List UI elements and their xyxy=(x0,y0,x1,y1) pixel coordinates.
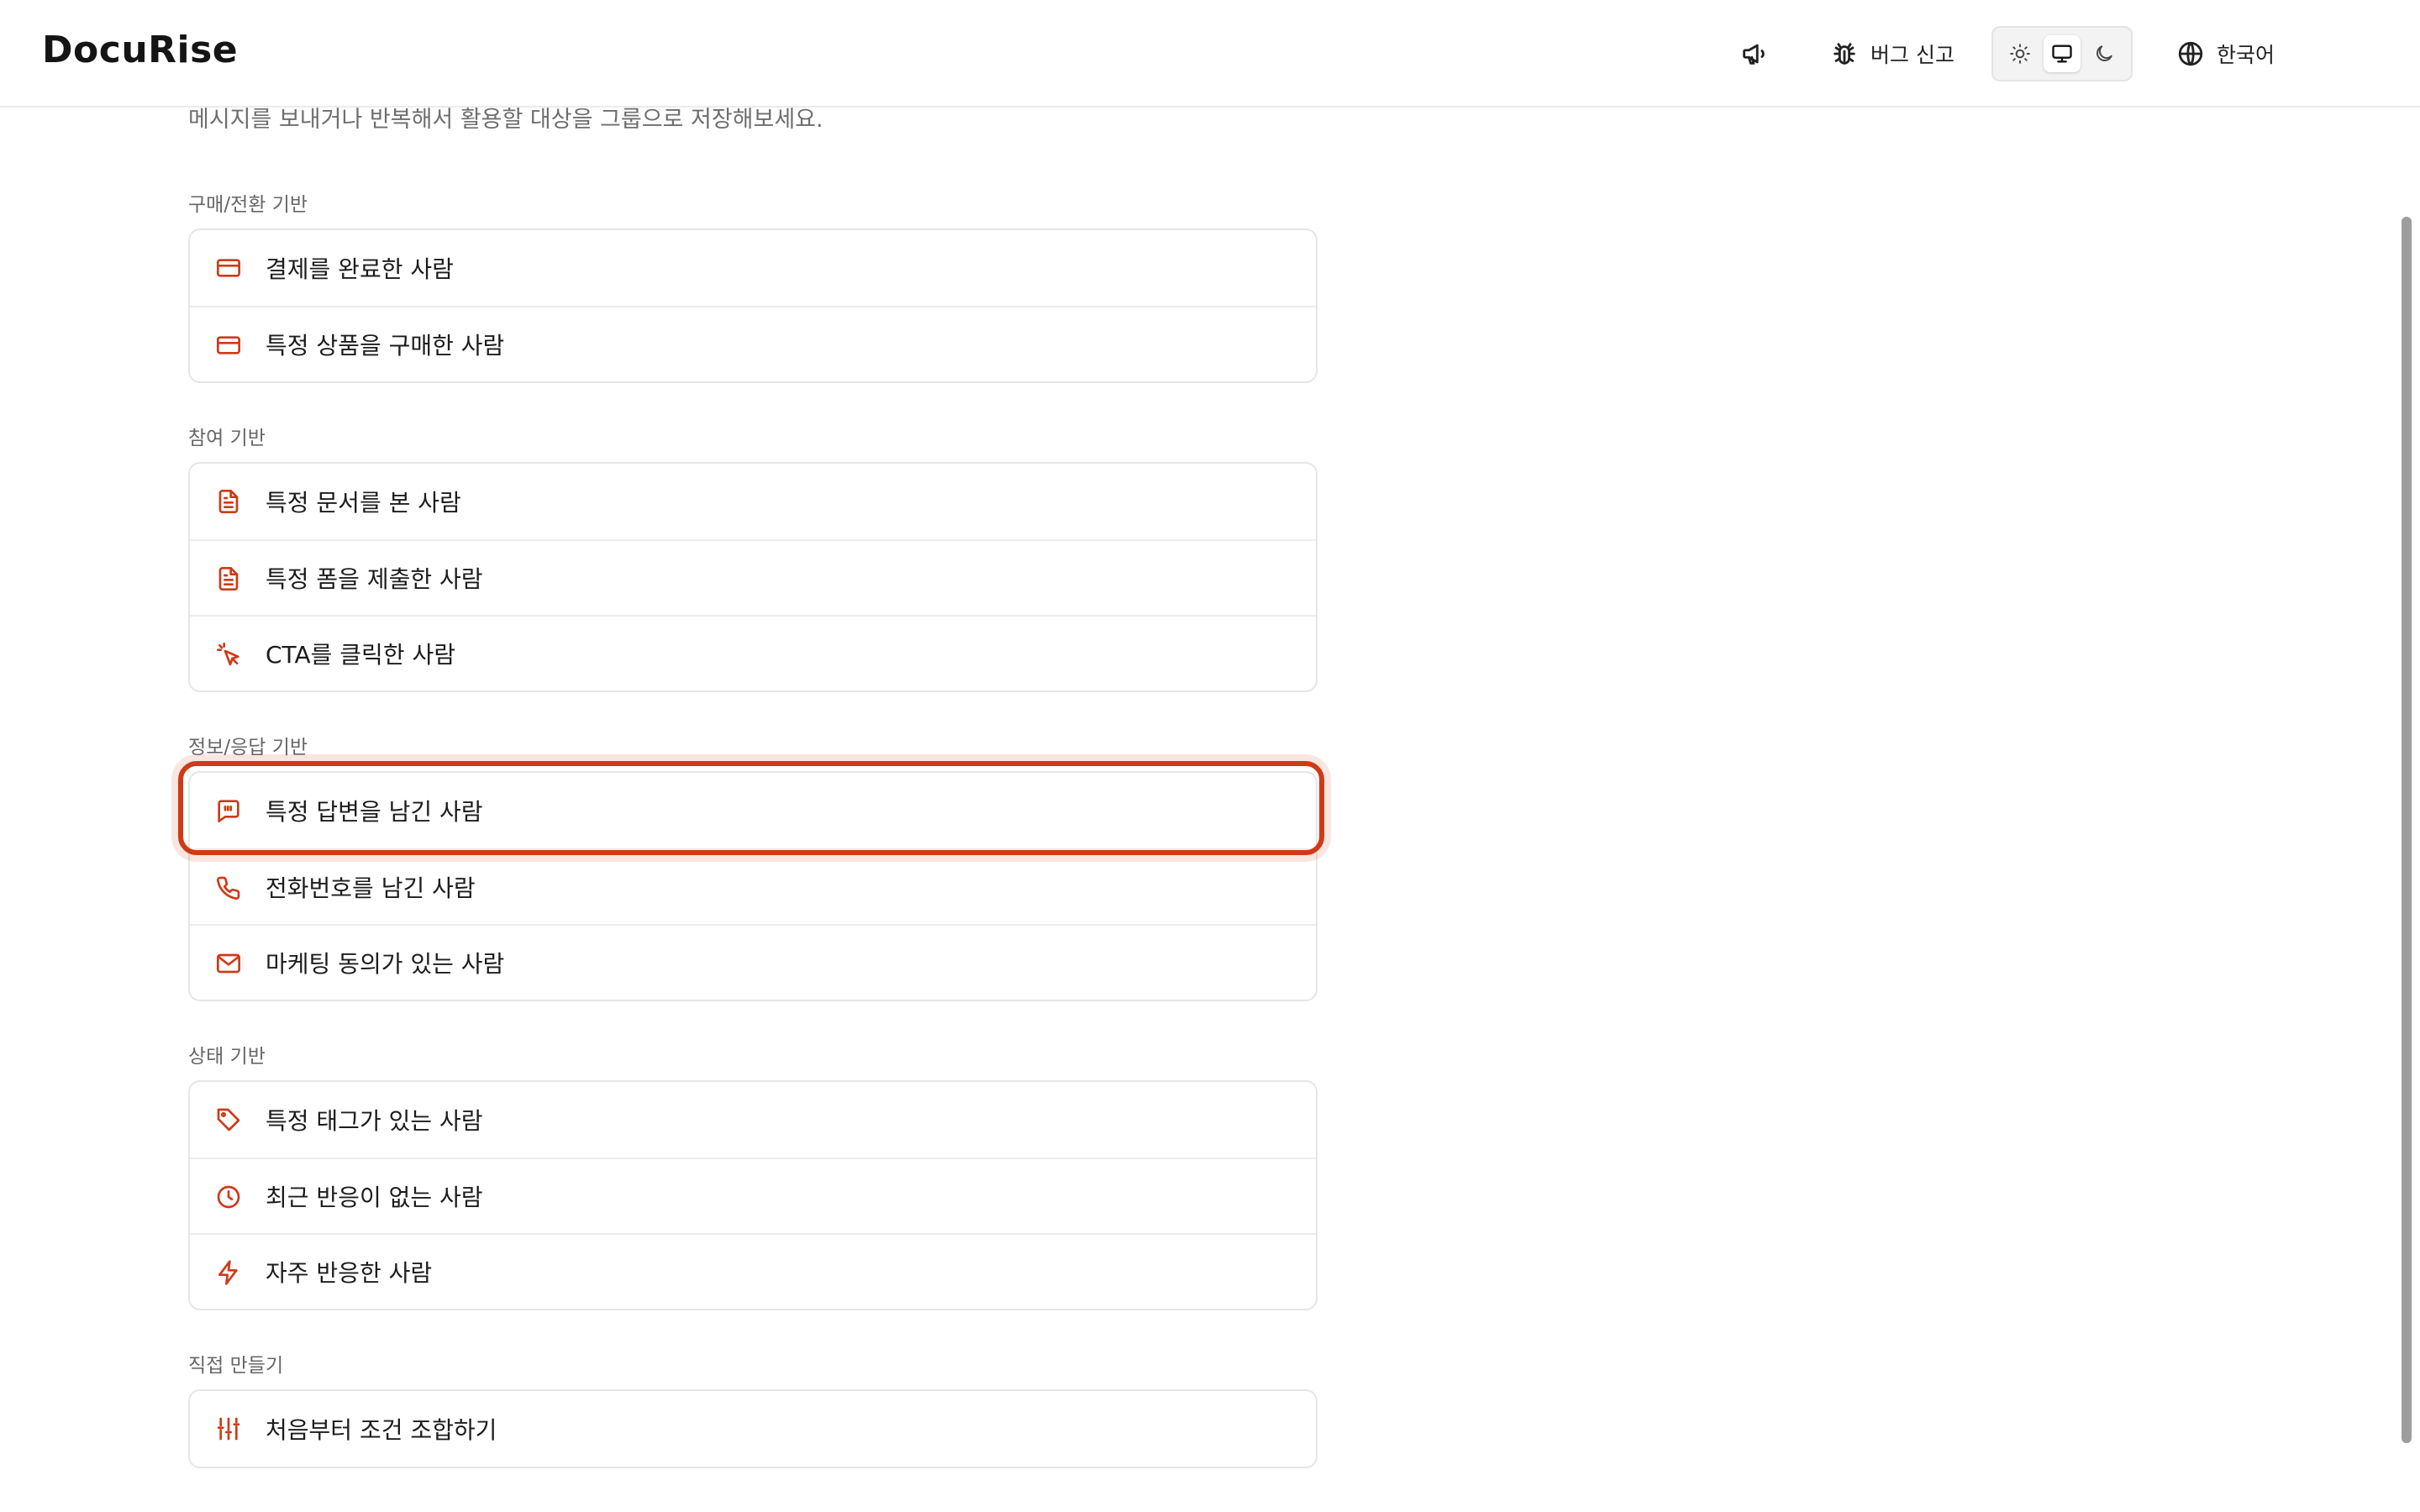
segment-item-left-answer[interactable]: 특정 답변을 남긴 사람 xyxy=(190,773,1316,848)
segment-card-status: 특정 태그가 있는 사람 최근 반응이 없는 사람 자주 반응한 사람 xyxy=(188,1080,1318,1310)
segment-card-response: 특정 답변을 남긴 사람 전화번호를 남긴 사람 마케팅 동의가 있는 사람 xyxy=(188,771,1318,1001)
segment-item-no-recent-response[interactable]: 최근 반응이 없는 사람 xyxy=(190,1158,1316,1233)
segment-item-left-phone[interactable]: 전화번호를 남긴 사람 xyxy=(190,848,1316,924)
document-icon xyxy=(215,488,242,515)
segment-item-payment-completed[interactable]: 결제를 완료한 사람 xyxy=(190,230,1316,306)
theme-system-button[interactable] xyxy=(2044,35,2081,72)
segment-item-label: 특정 답변을 남긴 사람 xyxy=(266,798,483,826)
segment-item-label: CTA를 클릭한 사람 xyxy=(266,641,455,669)
moon-icon xyxy=(2093,43,2115,65)
segment-item-label: 특정 문서를 본 사람 xyxy=(266,489,461,517)
logo[interactable]: DocuRise xyxy=(42,29,238,71)
cursor-click-icon xyxy=(215,641,242,668)
bug-report-button[interactable]: 버그 신고 xyxy=(1830,37,1954,71)
bug-report-label: 버그 신고 xyxy=(1870,43,1954,67)
segment-item-label: 마케팅 동의가 있는 사람 xyxy=(266,950,505,978)
segment-item-has-tag[interactable]: 특정 태그가 있는 사람 xyxy=(190,1082,1316,1158)
theme-dark-button[interactable] xyxy=(2086,35,2123,72)
section-title-purchase: 구매/전환 기반 xyxy=(188,194,308,216)
language-selector[interactable]: 한국어 xyxy=(2176,37,2275,71)
segment-item-label: 최근 반응이 없는 사람 xyxy=(266,1184,483,1211)
segment-item-label: 특정 태그가 있는 사람 xyxy=(266,1107,483,1135)
segment-item-label: 자주 반응한 사람 xyxy=(266,1259,433,1287)
segment-item-viewed-document[interactable]: 특정 문서를 본 사람 xyxy=(190,464,1316,539)
megaphone-icon xyxy=(1739,39,1768,68)
segment-card-purchase: 결제를 완료한 사람 특정 상품을 구매한 사람 xyxy=(188,228,1318,383)
section-title-custom: 직접 만들기 xyxy=(188,1355,284,1377)
sun-icon xyxy=(2009,43,2031,65)
mail-icon xyxy=(215,950,242,977)
top-header: DocuRise 버그 신고 한국어 xyxy=(0,0,2420,108)
segment-item-marketing-consent[interactable]: 마케팅 동의가 있는 사람 xyxy=(190,924,1316,1000)
segment-item-product-purchased[interactable]: 특정 상품을 구매한 사람 xyxy=(190,306,1316,381)
section-title-engagement: 참여 기반 xyxy=(188,428,266,449)
message-quote-icon xyxy=(215,797,242,824)
segment-item-label: 결제를 완료한 사람 xyxy=(266,255,454,283)
sliders-icon xyxy=(215,1415,242,1442)
scrollbar-thumb[interactable] xyxy=(2402,217,2412,1443)
segment-card-custom: 처음부터 조건 조합하기 xyxy=(188,1389,1318,1468)
globe-icon xyxy=(2176,39,2205,68)
segment-item-label: 전화번호를 남긴 사람 xyxy=(266,874,476,902)
monitor-icon xyxy=(2050,42,2074,66)
segment-item-label: 특정 상품을 구매한 사람 xyxy=(266,332,505,360)
segment-item-frequent-response[interactable]: 자주 반응한 사람 xyxy=(190,1233,1316,1309)
phone-icon xyxy=(215,874,242,901)
theme-light-button[interactable] xyxy=(2002,35,2039,72)
credit-card-icon xyxy=(215,332,242,359)
document-icon xyxy=(215,565,242,592)
credit-card-icon xyxy=(215,255,242,281)
section-title-status: 상태 기반 xyxy=(188,1046,266,1068)
clock-icon xyxy=(215,1184,242,1210)
segment-item-label: 처음부터 조건 조합하기 xyxy=(266,1416,497,1444)
tag-icon xyxy=(215,1106,242,1133)
announcement-button[interactable] xyxy=(1739,37,1773,71)
segment-item-build-from-scratch[interactable]: 처음부터 조건 조합하기 xyxy=(190,1391,1316,1467)
segment-item-clicked-cta[interactable]: CTA를 클릭한 사람 xyxy=(190,615,1316,690)
language-label: 한국어 xyxy=(2217,43,2275,67)
theme-toggle xyxy=(1991,26,2133,81)
bug-icon xyxy=(1830,39,1859,68)
lightning-icon xyxy=(215,1259,242,1286)
section-title-response: 정보/응답 기반 xyxy=(188,737,308,759)
segment-card-engagement: 특정 문서를 본 사람 특정 폼을 제출한 사람 CTA를 클릭한 사람 xyxy=(188,462,1318,692)
segment-item-label: 특정 폼을 제출한 사람 xyxy=(266,565,483,593)
segment-item-submitted-form[interactable]: 특정 폼을 제출한 사람 xyxy=(190,539,1316,615)
